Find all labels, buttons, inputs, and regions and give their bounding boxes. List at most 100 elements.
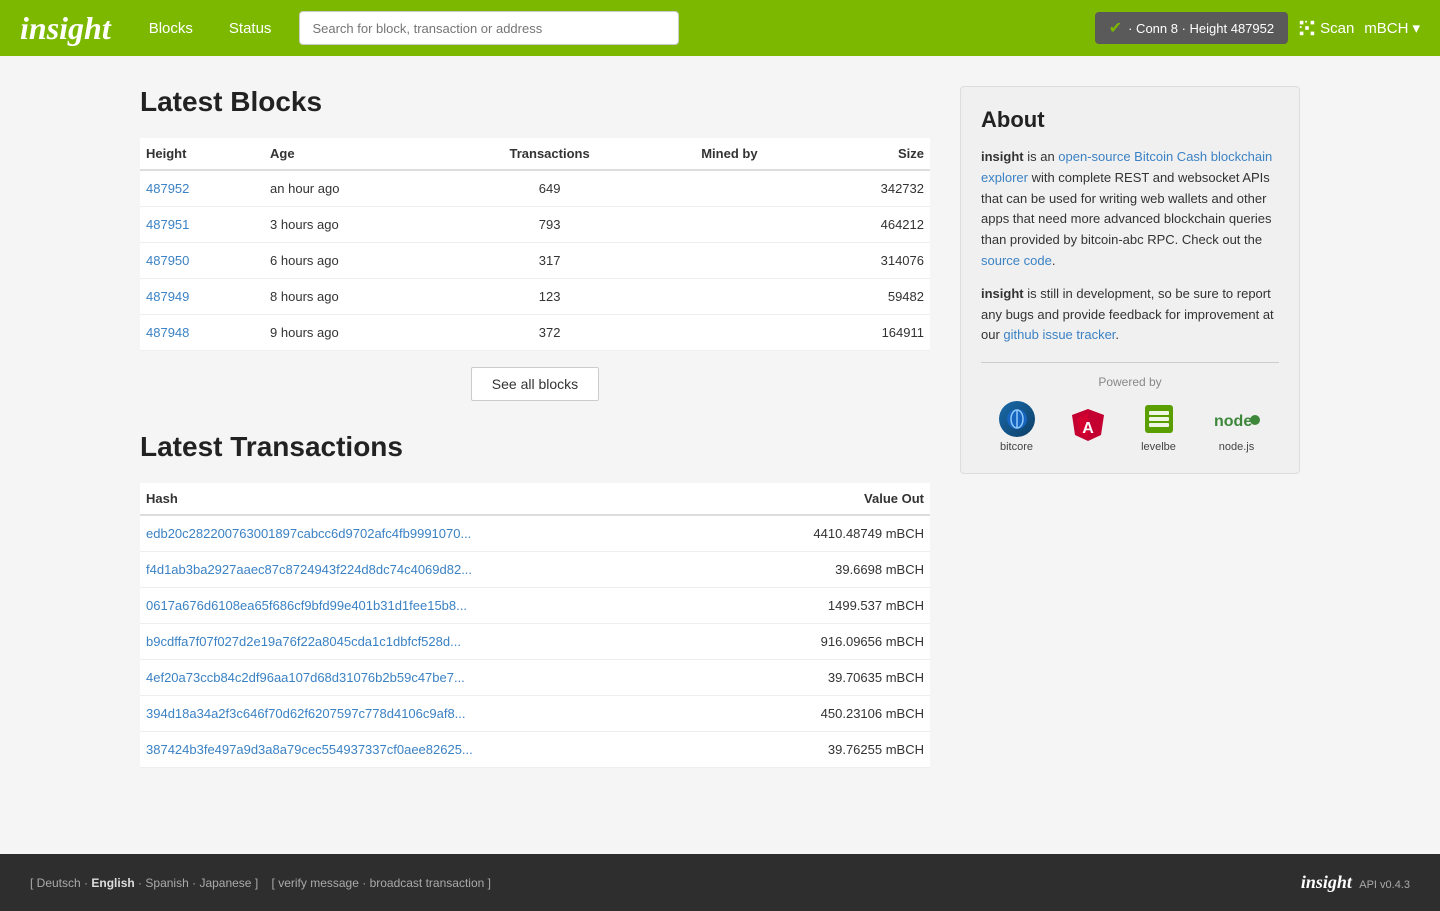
table-row: b9cdffa7f07f027d2e19a76f22a8045cda1c1dbf… — [140, 624, 930, 660]
col-transactions: Transactions — [446, 138, 653, 170]
block-age: an hour ago — [264, 170, 446, 207]
block-mined-by — [653, 207, 806, 243]
see-all-blocks-button[interactable]: See all blocks — [471, 367, 599, 401]
block-height-link[interactable]: 487950 — [146, 253, 189, 268]
block-height-link[interactable]: 487949 — [146, 289, 189, 304]
block-height-link[interactable]: 487948 — [146, 325, 189, 340]
mbch-label: mBCH — [1364, 20, 1408, 37]
lang-spanish[interactable]: Spanish — [145, 876, 188, 890]
nav-status[interactable]: Status — [221, 16, 280, 41]
tx-hash-link[interactable]: 0617a676d6108ea65f686cf9bfd99e401b31d1fe… — [146, 598, 467, 613]
tx-hash: f4d1ab3ba2927aaec87c8724943f224d8dc74c40… — [140, 552, 720, 588]
table-row: 487951 3 hours ago 793 464212 — [140, 207, 930, 243]
connection-badge[interactable]: ✔ · Conn 8 · Height 487952 — [1095, 12, 1288, 44]
table-row: 0617a676d6108ea65f686cf9bfd99e401b31d1fe… — [140, 588, 930, 624]
footer-languages: [ Deutsch · English · Spanish · Japanese… — [30, 876, 262, 890]
block-transactions: 793 — [446, 207, 653, 243]
scan-icon — [1298, 19, 1316, 37]
footer-brand: insight — [1301, 872, 1352, 892]
tx-hash-link[interactable]: f4d1ab3ba2927aaec87c8724943f224d8dc74c40… — [146, 562, 472, 577]
block-age: 6 hours ago — [264, 243, 446, 279]
table-row: edb20c282200763001897cabcc6d9702afc4fb99… — [140, 515, 930, 552]
block-height: 487948 — [140, 315, 264, 351]
block-height: 487952 — [140, 170, 264, 207]
logos-row: bitcore A — [981, 401, 1279, 453]
table-row: 487948 9 hours ago 372 164911 — [140, 315, 930, 351]
tx-hash: 4ef20a73ccb84c2df96aa107d68d31076b2b59c4… — [140, 660, 720, 696]
tx-hash-link[interactable]: edb20c282200763001897cabcc6d9702afc4fb99… — [146, 526, 471, 541]
about-panel: About insight is an open-source Bitcoin … — [960, 86, 1300, 474]
block-size: 314076 — [806, 243, 930, 279]
lang-english[interactable]: English — [91, 876, 134, 890]
table-row: 4ef20a73ccb84c2df96aa107d68d31076b2b59c4… — [140, 660, 930, 696]
see-all-wrapper: See all blocks — [140, 367, 930, 401]
tx-hash-link[interactable]: 387424b3fe497a9d3a8a79cec554937337cf0aee… — [146, 742, 473, 757]
tx-hash-link[interactable]: 394d18a34a2f3c646f70d62f6207597c778d4106… — [146, 706, 466, 721]
block-height: 487950 — [140, 243, 264, 279]
content-area: Latest Blocks Height Age Transactions Mi… — [140, 86, 930, 784]
source-code-link[interactable]: source code — [981, 253, 1052, 268]
tx-value-out: 39.76255 mBCH — [720, 732, 930, 768]
footer-links: [ verify message · broadcast transaction… — [272, 876, 491, 890]
leveldb-label: levelbe — [1141, 441, 1176, 453]
table-row: 487950 6 hours ago 317 314076 — [140, 243, 930, 279]
tx-hash-link[interactable]: b9cdffa7f07f027d2e19a76f22a8045cda1c1dbf… — [146, 634, 461, 649]
block-transactions: 317 — [446, 243, 653, 279]
block-height-link[interactable]: 487951 — [146, 217, 189, 232]
sidebar: About insight is an open-source Bitcoin … — [960, 86, 1300, 784]
footer-api-version: API v0.4.3 — [1359, 879, 1410, 891]
nav-blocks[interactable]: Blocks — [141, 16, 201, 41]
leveldb-icon — [1141, 401, 1177, 437]
tx-hash: b9cdffa7f07f027d2e19a76f22a8045cda1c1dbf… — [140, 624, 720, 660]
col-age: Age — [264, 138, 446, 170]
col-size: Size — [806, 138, 930, 170]
main-layout: Latest Blocks Height Age Transactions Mi… — [120, 56, 1320, 814]
tx-hash-link[interactable]: 4ef20a73ccb84c2df96aa107d68d31076b2b59c4… — [146, 670, 465, 685]
transactions-table: Hash Value Out edb20c282200763001897cabc… — [140, 483, 930, 768]
block-height: 487949 — [140, 279, 264, 315]
lang-deutsch[interactable]: Deutsch — [37, 876, 81, 890]
tx-value-out: 1499.537 mBCH — [720, 588, 930, 624]
tx-value-out: 4410.48749 mBCH — [720, 515, 930, 552]
search-input[interactable] — [299, 11, 679, 45]
table-row: 487952 an hour ago 649 342732 — [140, 170, 930, 207]
nodejs-logo: node node.js — [1212, 401, 1262, 453]
bitcore-logo: bitcore — [999, 401, 1035, 453]
powered-by-section: Powered by bitcore — [981, 362, 1279, 453]
leveldb-logo: levelbe — [1141, 401, 1177, 453]
lang-japanese[interactable]: Japanese — [199, 876, 251, 890]
block-transactions: 372 — [446, 315, 653, 351]
broadcast-transaction-link[interactable]: broadcast transaction — [370, 876, 485, 890]
about-para1: insight is an open-source Bitcoin Cash b… — [981, 147, 1279, 272]
block-mined-by — [653, 243, 806, 279]
bitcore-label: bitcore — [1000, 441, 1033, 453]
about-title: About — [981, 107, 1279, 133]
footer: [ Deutsch · English · Spanish · Japanese… — [0, 854, 1440, 911]
insight-bold-2: insight — [981, 286, 1024, 301]
scan-button[interactable]: Scan — [1298, 19, 1354, 37]
blockchain-explorer-link[interactable]: open-source Bitcoin Cash blockchain expl… — [981, 149, 1272, 185]
block-height-link[interactable]: 487952 — [146, 181, 189, 196]
latest-transactions-title: Latest Transactions — [140, 431, 930, 463]
blocks-table: Height Age Transactions Mined by Size 48… — [140, 138, 930, 351]
tx-hash: edb20c282200763001897cabcc6d9702afc4fb99… — [140, 515, 720, 552]
tx-value-out: 916.09656 mBCH — [720, 624, 930, 660]
tx-hash: 394d18a34a2f3c646f70d62f6207597c778d4106… — [140, 696, 720, 732]
insight-bold-1: insight — [981, 149, 1024, 164]
col-mined-by: Mined by — [653, 138, 806, 170]
about-para2: insight is still in development, so be s… — [981, 284, 1279, 346]
verify-message-link[interactable]: verify message — [278, 876, 359, 890]
col-value-out: Value Out — [720, 483, 930, 515]
block-age: 3 hours ago — [264, 207, 446, 243]
github-issue-tracker-link[interactable]: github issue tracker — [1003, 327, 1115, 342]
latest-blocks-title: Latest Blocks — [140, 86, 930, 118]
block-age: 8 hours ago — [264, 279, 446, 315]
block-mined-by — [653, 315, 806, 351]
footer-left: [ Deutsch · English · Spanish · Japanese… — [30, 876, 491, 890]
block-mined-by — [653, 279, 806, 315]
mbch-dropdown[interactable]: mBCH ▾ — [1364, 19, 1420, 37]
angular-icon: A — [1070, 407, 1106, 443]
nodejs-icon: node — [1212, 401, 1262, 437]
tx-value-out: 39.70635 mBCH — [720, 660, 930, 696]
block-size: 464212 — [806, 207, 930, 243]
